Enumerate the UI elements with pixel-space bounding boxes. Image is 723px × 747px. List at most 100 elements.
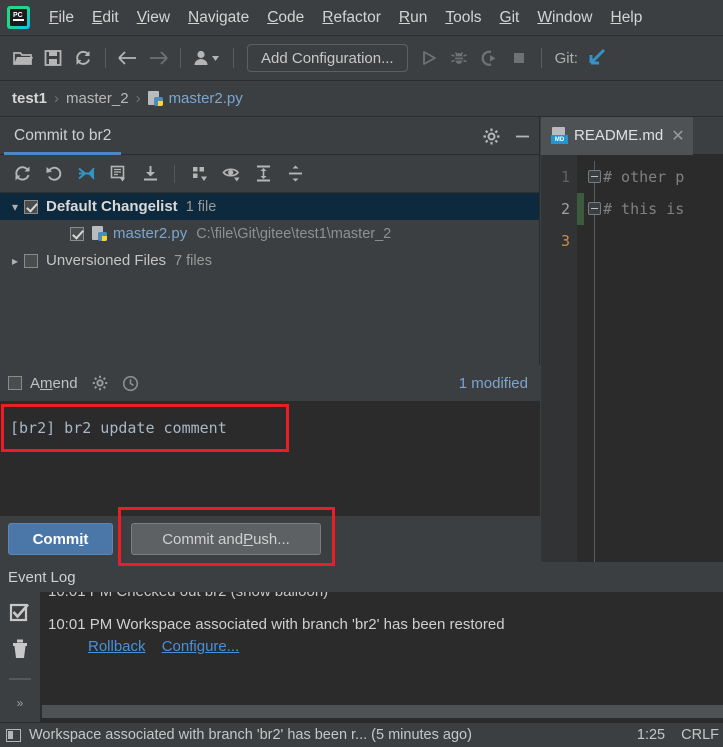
commit-button-row: Comm i t Commit and Push... bbox=[0, 507, 540, 571]
menu-bar: PC File Edit View Navigate Code Refactor… bbox=[0, 0, 723, 36]
editor-tab-bar: MD README.md ✕ bbox=[541, 116, 723, 155]
change-file-row[interactable]: master2.py C:\file\Git\gitee\test1\maste… bbox=[0, 220, 539, 247]
menu-item-edit[interactable]: Edit bbox=[83, 7, 128, 29]
toolbar-divider-3 bbox=[233, 48, 234, 68]
changelist-count: 1 file bbox=[185, 198, 217, 215]
menu-item-navigate[interactable]: Navigate bbox=[179, 7, 258, 29]
commit-header-actions bbox=[483, 117, 531, 155]
debug-bug-icon[interactable] bbox=[444, 43, 474, 73]
add-configuration-button[interactable]: Add Configuration... bbox=[247, 44, 408, 72]
changelist-checkbox[interactable] bbox=[24, 199, 38, 214]
breadcrumb-project[interactable]: test1 bbox=[12, 90, 47, 107]
commit-options-gear-icon[interactable] bbox=[92, 375, 108, 391]
event-log-scrollbar[interactable] bbox=[42, 705, 723, 718]
amend-row: Amend 1 modified bbox=[0, 365, 540, 401]
commit-and-push-button[interactable]: Commit and Push... bbox=[131, 523, 321, 555]
user-dropdown-icon[interactable] bbox=[188, 43, 226, 73]
commit-tool-window: Commit to br2 ▾ Default Changelist 1 fil… bbox=[0, 117, 540, 571]
menu-item-refactor[interactable]: Refactor bbox=[313, 7, 390, 29]
menu-item-tools[interactable]: Tools bbox=[436, 7, 490, 29]
markdown-badge: MD bbox=[551, 135, 568, 144]
menu-item-file[interactable]: File bbox=[40, 7, 83, 29]
commit-button[interactable]: Comm i t bbox=[8, 523, 113, 555]
python-file-icon bbox=[92, 225, 107, 242]
commit-toolbar-divider bbox=[174, 164, 175, 183]
breadcrumb-folder[interactable]: master_2 bbox=[66, 90, 129, 107]
rollback-link[interactable]: Rollback bbox=[88, 638, 146, 655]
editor-body[interactable]: 1 2 3 # other p # this is bbox=[541, 155, 723, 562]
stop-square-icon[interactable] bbox=[504, 43, 534, 73]
gear-icon[interactable] bbox=[483, 128, 500, 145]
status-message[interactable]: Workspace associated with branch 'br2' h… bbox=[29, 727, 472, 743]
event-log-title: Event Log bbox=[8, 568, 76, 586]
configure-link[interactable]: Configure... bbox=[162, 638, 240, 655]
line-number: 3 bbox=[560, 232, 570, 250]
menu-item-git[interactable]: Git bbox=[491, 7, 529, 29]
editor-gutter: 1 2 3 bbox=[541, 155, 577, 562]
collapse-all-icon[interactable] bbox=[281, 161, 309, 187]
group-by-icon[interactable] bbox=[185, 161, 213, 187]
changelist-row-default[interactable]: ▾ Default Changelist 1 file bbox=[0, 193, 539, 220]
status-bar: Workspace associated with branch 'br2' h… bbox=[0, 722, 723, 747]
menu-item-help[interactable]: Help bbox=[601, 7, 651, 29]
minimize-icon[interactable] bbox=[514, 128, 531, 145]
breadcrumb-file[interactable]: master2.py bbox=[169, 90, 243, 107]
menu-item-code[interactable]: Code bbox=[258, 7, 313, 29]
editor-code-area[interactable]: # other p # this is bbox=[603, 155, 723, 562]
toolbar-divider bbox=[105, 48, 106, 68]
menu-item-run[interactable]: Run bbox=[390, 7, 436, 29]
close-icon[interactable]: ✕ bbox=[671, 126, 684, 146]
git-update-arrow-icon[interactable] bbox=[582, 43, 612, 73]
show-diff-icon[interactable] bbox=[72, 161, 100, 187]
chevron-down-icon[interactable]: ▾ bbox=[6, 200, 24, 214]
delete-icon[interactable] bbox=[10, 638, 30, 660]
line-separator[interactable]: CRLF bbox=[681, 727, 719, 743]
event-log-content[interactable]: 10:01 PM Checked out br2 (show balloon) … bbox=[40, 592, 723, 722]
toolbar-divider-2 bbox=[180, 48, 181, 68]
line-number: 2 bbox=[560, 200, 570, 218]
expand-all-icon[interactable] bbox=[249, 161, 277, 187]
sidebar-divider bbox=[9, 678, 31, 680]
modified-status: 1 modified bbox=[458, 374, 528, 392]
menu-item-view[interactable]: View bbox=[128, 7, 179, 29]
commit-toolbar bbox=[0, 155, 539, 193]
fold-toggle-icon[interactable] bbox=[588, 202, 601, 215]
open-folder-icon[interactable] bbox=[8, 43, 38, 73]
markdown-file-icon: MD bbox=[551, 127, 568, 144]
arrow-right-icon[interactable] bbox=[143, 43, 173, 73]
chevron-right-icon[interactable]: ▸ bbox=[6, 254, 24, 268]
expand-chevrons-icon[interactable]: » bbox=[17, 696, 24, 710]
mark-all-read-icon[interactable] bbox=[9, 602, 31, 624]
commit-panel-header: Commit to br2 bbox=[0, 117, 539, 155]
editor-panel: MD README.md ✕ 1 2 3 # other p # this is bbox=[541, 116, 723, 562]
modified-line-marker bbox=[577, 193, 584, 225]
commit-message-input[interactable]: [br2] br2 update comment bbox=[10, 419, 227, 437]
caret-position[interactable]: 1:25 bbox=[637, 727, 665, 743]
breadcrumb: test1 › master_2 › master2.py bbox=[0, 81, 723, 117]
update-project-icon[interactable] bbox=[136, 161, 164, 187]
rollback-icon[interactable] bbox=[40, 161, 68, 187]
commit-message-area[interactable]: [br2] br2 update comment bbox=[0, 401, 540, 516]
refresh-icon[interactable] bbox=[68, 43, 98, 73]
preview-diff-icon[interactable] bbox=[217, 161, 245, 187]
event-log-actions: Rollback Configure... bbox=[40, 633, 723, 655]
tab-commit-to-br2[interactable]: Commit to br2 bbox=[0, 117, 129, 155]
file-checkbox[interactable] bbox=[70, 226, 84, 241]
changelist-row-unversioned[interactable]: ▸ Unversioned Files 7 files bbox=[0, 247, 539, 274]
run-coverage-icon[interactable] bbox=[474, 43, 504, 73]
commit-history-clock-icon[interactable] bbox=[122, 375, 139, 392]
save-icon[interactable] bbox=[38, 43, 68, 73]
fold-toggle-icon[interactable] bbox=[588, 170, 601, 183]
refresh-changes-icon[interactable] bbox=[8, 161, 36, 187]
run-play-icon[interactable] bbox=[414, 43, 444, 73]
unversioned-checkbox[interactable] bbox=[24, 253, 38, 268]
commit-push-highlight-box-bottom bbox=[118, 558, 335, 566]
event-log-icon[interactable] bbox=[6, 728, 21, 742]
menu-item-window[interactable]: Window bbox=[528, 7, 601, 29]
commit-message-history-icon[interactable] bbox=[104, 161, 132, 187]
amend-checkbox[interactable] bbox=[8, 376, 22, 390]
arrow-left-icon[interactable] bbox=[113, 43, 143, 73]
tab-readme-md[interactable]: MD README.md ✕ bbox=[541, 116, 693, 155]
commit-tab-label: Commit to br2 bbox=[14, 126, 112, 144]
